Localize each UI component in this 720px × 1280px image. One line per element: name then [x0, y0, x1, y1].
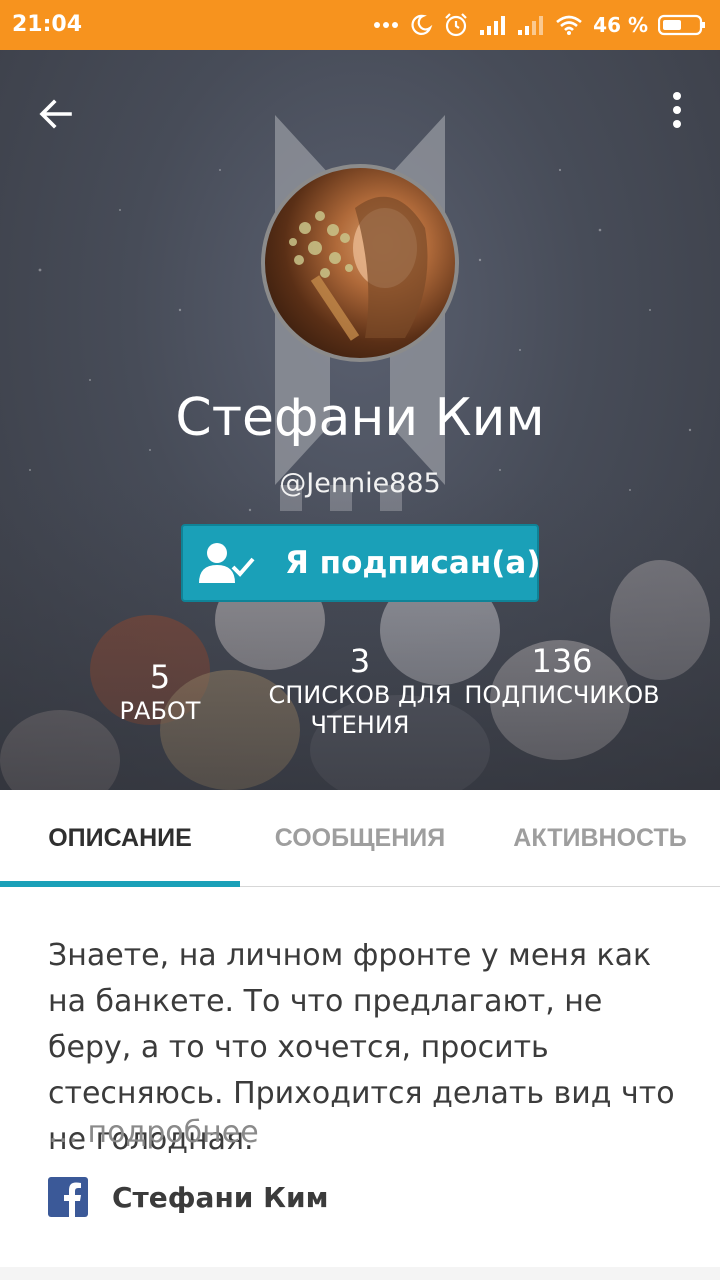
moon-icon [411, 14, 433, 35]
avatar-image [289, 196, 428, 341]
battery-icon [658, 14, 705, 36]
signal-icon [480, 16, 506, 35]
read-more-link[interactable]: … подробнее [48, 1115, 259, 1150]
stat-reading-lists[interactable]: 3 СПИСКОВ ДЛЯ ЧТЕНИЯ [256, 642, 464, 740]
more-vertical-icon [673, 92, 681, 128]
stat-reading-lists-label: СПИСКОВ ДЛЯ ЧТЕНИЯ [268, 681, 452, 739]
alarm-icon [445, 13, 467, 37]
status-time: 21:04 [12, 12, 83, 37]
tab-description[interactable]: ОПИСАНИЕ [0, 790, 240, 886]
status-bar: 21:04 46 % [0, 0, 720, 50]
wifi-icon [556, 15, 582, 35]
description-panel: Знаете, на личном фронте у меня как на б… [0, 887, 720, 1267]
battery-percent: 46 % [593, 13, 648, 37]
status-icons: 46 % [373, 10, 706, 40]
stat-reading-lists-value: 3 [349, 642, 371, 680]
profile-name: Стефани Ким [175, 388, 545, 448]
stat-followers-value: 136 [531, 642, 593, 680]
stat-works[interactable]: 5 РАБОТ [100, 658, 220, 726]
facebook-link[interactable]: Стефани Ким [48, 1177, 329, 1217]
tab-activity[interactable]: АКТИВНОСТЬ [480, 790, 720, 886]
facebook-icon [48, 1177, 88, 1217]
profile-username: @Jennie885 [279, 468, 441, 499]
stat-works-label: РАБОТ [119, 697, 201, 725]
more-dots-icon [374, 22, 399, 28]
stat-works-value: 5 [149, 658, 171, 696]
tab-messages[interactable]: СООБЩЕНИЯ [240, 790, 480, 886]
profile-tabs: ОПИСАНИЕ СООБЩЕНИЯ АКТИВНОСТЬ [0, 790, 720, 887]
following-button[interactable]: Я подписан(а) [181, 524, 541, 602]
following-button-label: Я подписан(а) [285, 545, 541, 581]
overflow-menu-button[interactable] [662, 84, 692, 136]
user-check-icon [195, 539, 257, 587]
signal-2-icon [518, 16, 544, 35]
facebook-name: Стефани Ким [112, 1180, 329, 1214]
avatar[interactable] [261, 164, 459, 362]
arrow-left-icon [39, 99, 72, 129]
stat-followers[interactable]: 136 ПОДПИСЧИКОВ [462, 642, 662, 710]
profile-header: Стефани Ким @Jennie885 Я подписан(а) 5 Р… [0, 50, 720, 790]
stat-followers-label: ПОДПИСЧИКОВ [464, 681, 660, 709]
back-button[interactable] [30, 88, 82, 140]
